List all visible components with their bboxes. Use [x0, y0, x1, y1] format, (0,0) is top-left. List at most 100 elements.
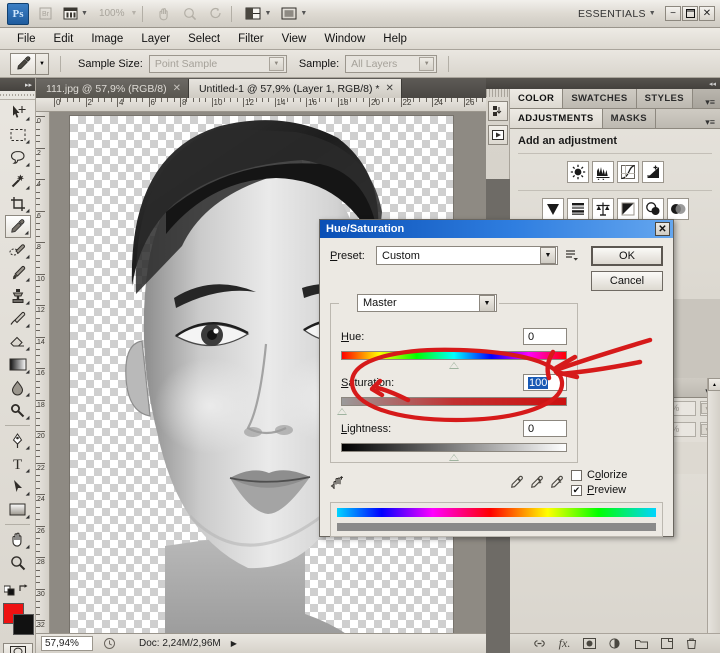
- tool-rectangle-shape[interactable]: ◢: [5, 498, 31, 521]
- tool-path-selection[interactable]: ◢: [5, 475, 31, 498]
- fx-icon[interactable]: fx.: [559, 636, 571, 651]
- document-tab-untitled1[interactable]: Untitled-1 @ 57,9% (Layer 1, RGB/8) * ✕: [188, 79, 402, 98]
- tool-clone-stamp[interactable]: ◢: [5, 284, 31, 307]
- hand-tool-icon[interactable]: [154, 4, 174, 24]
- horizontal-ruler[interactable]: 0 2 4 6 8 10 12 14 16 18 20 22 24 26: [36, 98, 486, 112]
- menu-window[interactable]: Window: [315, 31, 374, 47]
- preset-options-icon[interactable]: [564, 248, 580, 264]
- saturation-value-field[interactable]: 100: [523, 374, 567, 391]
- view-extras-icon[interactable]: ▼: [61, 4, 90, 24]
- tool-zoom[interactable]: [5, 551, 31, 574]
- color-balance-icon[interactable]: [591, 198, 614, 220]
- default-colors-icon[interactable]: [4, 583, 17, 596]
- scroll-up-button[interactable]: ▲: [708, 378, 720, 391]
- tool-healing-brush[interactable]: ◢: [5, 238, 31, 261]
- zoom-level-field[interactable]: 100%: [96, 7, 128, 20]
- link-icon[interactable]: [533, 639, 546, 648]
- tool-history-brush[interactable]: ◢: [5, 307, 31, 330]
- tool-pen[interactable]: ◢: [5, 429, 31, 452]
- screen-mode-icon[interactable]: ▼: [279, 4, 309, 24]
- toolbox-grip[interactable]: [0, 91, 35, 100]
- sample-size-select[interactable]: Point Sample ▼: [148, 54, 287, 73]
- close-icon[interactable]: ✕: [173, 83, 181, 94]
- toolbox-collapse-handle[interactable]: ▸▸: [0, 78, 35, 91]
- exposure-icon[interactable]: [641, 161, 664, 183]
- menu-file[interactable]: File: [8, 31, 45, 47]
- hue-result-bar[interactable]: [337, 523, 656, 531]
- colorize-checkbox[interactable]: [571, 469, 582, 481]
- curves-icon[interactable]: [616, 161, 639, 183]
- eyedropper-minus-icon[interactable]: [547, 475, 565, 491]
- lightness-value-field[interactable]: 0: [523, 420, 567, 437]
- vibrance-icon[interactable]: [541, 198, 564, 220]
- current-tool-eyedropper-icon[interactable]: [10, 52, 36, 75]
- tool-preset-dropdown[interactable]: ▼: [36, 52, 49, 75]
- tool-marquee[interactable]: ◢: [5, 123, 31, 146]
- preview-checkbox[interactable]: ✔: [571, 484, 582, 496]
- menu-filter[interactable]: Filter: [229, 31, 273, 47]
- ok-button[interactable]: OK: [591, 246, 663, 266]
- menu-help[interactable]: Help: [374, 31, 416, 47]
- tool-brush[interactable]: ◢: [5, 261, 31, 284]
- tool-move[interactable]: ◢: [5, 100, 31, 123]
- sample-select[interactable]: All Layers ▼: [345, 54, 438, 73]
- history-panel-icon[interactable]: [487, 101, 508, 121]
- close-icon[interactable]: ✕: [655, 222, 670, 236]
- history-state-icon[interactable]: [101, 637, 117, 651]
- background-color-swatch[interactable]: [12, 614, 34, 635]
- saturation-slider[interactable]: [337, 397, 567, 415]
- tool-lasso[interactable]: ◢: [5, 146, 31, 169]
- channel-mixer-icon[interactable]: [666, 198, 689, 220]
- hue-slider[interactable]: [341, 351, 567, 369]
- quick-mask-button[interactable]: [2, 643, 33, 653]
- black-white-icon[interactable]: [616, 198, 639, 220]
- cancel-button[interactable]: Cancel: [591, 271, 663, 291]
- tool-type[interactable]: T ◢: [5, 452, 31, 475]
- panel-menu-icon[interactable]: ▾≡: [705, 117, 720, 128]
- menu-view[interactable]: View: [273, 31, 316, 47]
- menu-layer[interactable]: Layer: [132, 31, 179, 47]
- tab-swatches[interactable]: SWATCHES: [563, 89, 637, 108]
- eyedropper-icon[interactable]: [507, 475, 525, 491]
- minimize-button[interactable]: −: [665, 6, 681, 21]
- levels-icon[interactable]: [591, 161, 614, 183]
- tab-adjustments[interactable]: ADJUSTMENTS: [510, 109, 603, 128]
- tool-blur[interactable]: ◢: [5, 376, 31, 399]
- hue-saturation-dialog[interactable]: Hue/Saturation ✕ Preset: Custom ▼ OK Can…: [319, 219, 674, 537]
- photo-filter-icon[interactable]: [641, 198, 664, 220]
- tab-styles[interactable]: STYLES: [636, 89, 694, 108]
- delete-layer-icon[interactable]: [686, 638, 697, 649]
- tab-masks[interactable]: MASKS: [602, 109, 656, 128]
- targeted-adjustment-icon[interactable]: [330, 474, 352, 492]
- dock-collapse-handle[interactable]: ◂◂: [486, 78, 720, 89]
- menu-image[interactable]: Image: [82, 31, 132, 47]
- hue-value-field[interactable]: 0: [523, 328, 567, 345]
- lightness-slider[interactable]: [341, 443, 567, 461]
- close-button[interactable]: ✕: [699, 6, 715, 21]
- layers-scrollbar[interactable]: ▲ ▼: [707, 378, 720, 653]
- new-layer-icon[interactable]: [661, 638, 674, 649]
- rotate-view-icon[interactable]: [206, 4, 226, 24]
- tab-color[interactable]: COLOR: [510, 89, 564, 108]
- hue-saturation-icon[interactable]: [566, 198, 589, 220]
- vertical-ruler[interactable]: 02468101214161820222426283032: [36, 112, 50, 653]
- lightness-slider-thumb[interactable]: [449, 454, 459, 461]
- colorize-row[interactable]: Colorize: [571, 469, 663, 481]
- saturation-slider-thumb[interactable]: [337, 408, 347, 415]
- hue-slider-thumb[interactable]: [449, 362, 459, 369]
- menu-edit[interactable]: Edit: [45, 31, 83, 47]
- arrange-documents-icon[interactable]: ▼: [243, 4, 273, 24]
- maximize-button[interactable]: [682, 6, 698, 21]
- panel-strip-grip[interactable]: [486, 89, 509, 97]
- bridge-icon[interactable]: Br: [35, 4, 55, 24]
- workspace-switcher[interactable]: ESSENTIALS ▼: [578, 8, 656, 20]
- tool-hand[interactable]: ◢: [5, 528, 31, 551]
- new-group-icon[interactable]: [635, 639, 649, 649]
- actions-panel-icon[interactable]: [487, 125, 508, 145]
- channel-select[interactable]: Master ▼: [357, 294, 497, 312]
- document-tab-111jpg[interactable]: 111.jpg @ 57,9% (RGB/8) ✕: [36, 79, 189, 98]
- tool-dodge[interactable]: ◢: [5, 399, 31, 422]
- dialog-title-bar[interactable]: Hue/Saturation ✕: [320, 220, 673, 238]
- brightness-contrast-icon[interactable]: [566, 161, 589, 183]
- tool-eyedropper[interactable]: ◢: [4, 215, 31, 238]
